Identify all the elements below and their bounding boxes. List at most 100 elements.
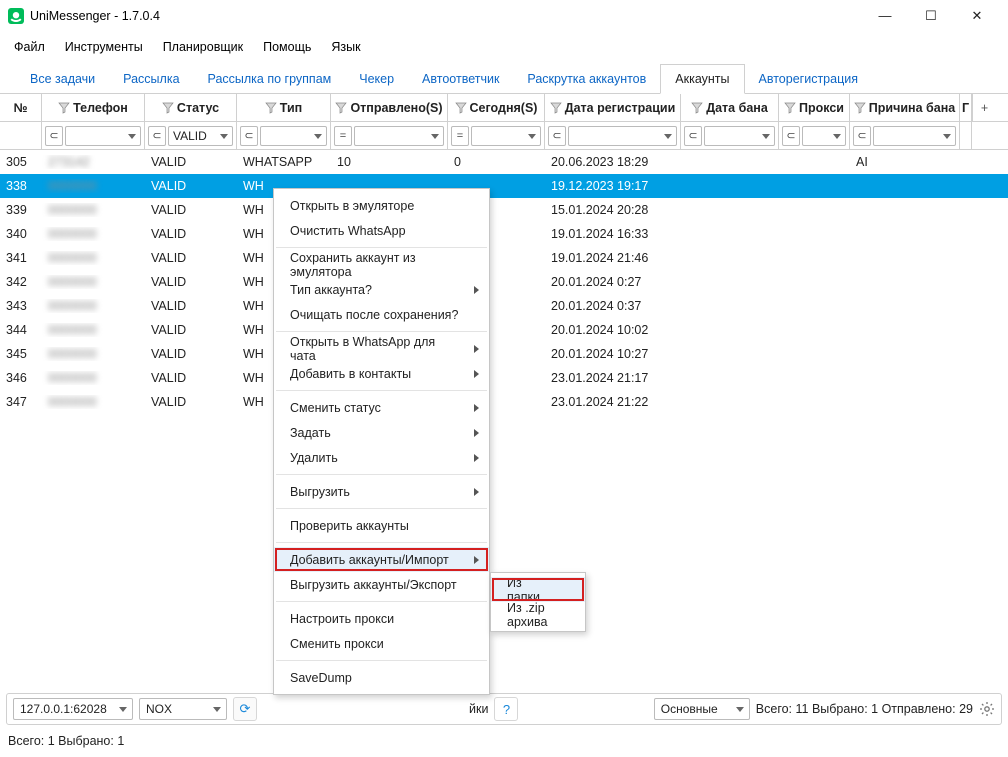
filter-drop[interactable] <box>704 126 775 146</box>
filter-drop[interactable] <box>354 126 444 146</box>
submenu-item[interactable]: Из .zip архива <box>491 602 585 627</box>
op-btn[interactable]: ⊂ <box>548 126 566 146</box>
col-header-sent[interactable]: Отправлено(S) <box>331 94 448 121</box>
add-column-button[interactable]: + <box>972 94 996 121</box>
menu-tools[interactable]: Инструменты <box>65 40 143 54</box>
op-btn[interactable]: = <box>451 126 469 146</box>
filter-status[interactable]: ⊂VALID <box>145 122 237 149</box>
filter-reason[interactable]: ⊂ <box>850 122 960 149</box>
gear-icon[interactable] <box>979 701 995 717</box>
close-button[interactable]: ✕ <box>954 0 1000 32</box>
col-header-today[interactable]: Сегодня(S) <box>448 94 545 121</box>
col-header-proxy[interactable]: Прокси <box>779 94 850 121</box>
table-row[interactable]: 3400000000VALIDWH19.01.2024 16:33 <box>0 222 1008 246</box>
help-button[interactable]: ? <box>494 697 518 721</box>
ctx-item[interactable]: Открыть в WhatsApp для чата <box>274 336 489 361</box>
tab-all-tasks[interactable]: Все задачи <box>16 65 109 93</box>
ctx-item[interactable]: Сменить статус <box>274 395 489 420</box>
ctx-item[interactable]: Тип аккаунта? <box>274 277 489 302</box>
tab-broadcast[interactable]: Рассылка <box>109 65 193 93</box>
table-row[interactable]: 3430000000VALIDWH20.01.2024 0:37 <box>0 294 1008 318</box>
context-submenu[interactable]: Из папкиИз .zip архива <box>490 572 586 632</box>
filter-drop[interactable] <box>260 126 327 146</box>
filter-drop[interactable] <box>802 126 846 146</box>
filter-drop[interactable] <box>471 126 541 146</box>
col-header-no[interactable]: № <box>0 94 42 121</box>
table-row[interactable]: 3470000000VALIDWH23.01.2024 21:22 <box>0 390 1008 414</box>
op-btn[interactable]: ⊂ <box>45 126 63 146</box>
ctx-item[interactable]: Добавить аккаунты/Импорт <box>274 547 489 572</box>
cell: 0000000 <box>42 227 145 241</box>
partial-label: йки <box>469 702 488 716</box>
filter-reg[interactable]: ⊂ <box>545 122 681 149</box>
tab-accounts[interactable]: Аккаунты <box>660 64 744 94</box>
table-row[interactable]: 3390000000VALIDWH15.01.2024 20:28 <box>0 198 1008 222</box>
ctx-item[interactable]: Открыть в эмуляторе <box>274 193 489 218</box>
maximize-button[interactable]: ☐ <box>908 0 954 32</box>
ctx-item[interactable]: Задать <box>274 420 489 445</box>
ctx-item[interactable]: Настроить прокси <box>274 606 489 631</box>
op-btn[interactable]: ⊂ <box>853 126 871 146</box>
filter-type[interactable]: ⊂ <box>237 122 331 149</box>
ctx-item[interactable]: Сменить прокси <box>274 631 489 656</box>
col-header-type[interactable]: Тип <box>237 94 331 121</box>
col-label: Телефон <box>73 101 128 115</box>
tab-checker[interactable]: Чекер <box>345 65 408 93</box>
col-label: Отправлено(S) <box>350 101 442 115</box>
table-row[interactable]: 305273142VALIDWHATSAPP10020.06.2023 18:2… <box>0 150 1008 174</box>
col-label: Причина бана <box>869 101 955 115</box>
col-header-reason[interactable]: Причина бана <box>850 94 960 121</box>
ctx-item[interactable]: Удалить <box>274 445 489 470</box>
table-row[interactable]: 3440000000VALIDWH20.01.2024 10:02 <box>0 318 1008 342</box>
filter-proxy[interactable]: ⊂ <box>779 122 850 149</box>
table-row[interactable]: 3460000000VALIDWH23.01.2024 21:17 <box>0 366 1008 390</box>
filter-drop[interactable] <box>65 126 141 146</box>
ctx-item[interactable]: Очистить WhatsApp <box>274 218 489 243</box>
col-header-status[interactable]: Статус <box>145 94 237 121</box>
ctx-item[interactable]: Добавить в контакты <box>274 361 489 386</box>
ctx-separator <box>276 474 487 475</box>
combo-ip[interactable]: 127.0.0.1:62028 <box>13 698 133 720</box>
ctx-item[interactable]: Проверить аккаунты <box>274 513 489 538</box>
filter-today[interactable]: = <box>448 122 545 149</box>
col-header-ban[interactable]: Дата бана <box>681 94 779 121</box>
menu-language[interactable]: Язык <box>331 40 360 54</box>
tab-account-boost[interactable]: Раскрутка аккаунтов <box>513 65 660 93</box>
filter-sent[interactable]: = <box>331 122 448 149</box>
op-btn[interactable]: ⊂ <box>240 126 258 146</box>
submenu-item[interactable]: Из папки <box>491 577 585 602</box>
filter-ban[interactable]: ⊂ <box>681 122 779 149</box>
minimize-button[interactable]: — <box>862 0 908 32</box>
combo-filter[interactable]: Основные <box>654 698 750 720</box>
menu-file[interactable]: Файл <box>14 40 45 54</box>
tab-autoresponder[interactable]: Автоответчик <box>408 65 513 93</box>
op-btn[interactable]: = <box>334 126 352 146</box>
cell: 0000000 <box>42 179 145 193</box>
ctx-item[interactable]: Сохранить аккаунт из эмулятора <box>274 252 489 277</box>
filter-drop[interactable] <box>873 126 956 146</box>
filter-phone[interactable]: ⊂ <box>42 122 145 149</box>
menu-help[interactable]: Помощь <box>263 40 311 54</box>
ctx-item[interactable]: Выгрузить аккаунты/Экспорт <box>274 572 489 597</box>
menu-scheduler[interactable]: Планировщик <box>163 40 243 54</box>
filter-drop[interactable] <box>568 126 677 146</box>
col-header-reg[interactable]: Дата регистрации <box>545 94 681 121</box>
refresh-button[interactable]: ⟳ <box>233 697 257 721</box>
table-row[interactable]: 3450000000VALIDWH20.01.2024 10:27 <box>0 342 1008 366</box>
context-menu[interactable]: Открыть в эмулятореОчистить WhatsApp Сохр… <box>273 188 490 695</box>
tab-autoreg[interactable]: Авторегистрация <box>745 65 872 93</box>
op-btn[interactable]: ⊂ <box>148 126 166 146</box>
table-row[interactable]: 3380000000VALIDWH19.12.2023 19:17 <box>0 174 1008 198</box>
filter-drop[interactable]: VALID <box>168 126 233 146</box>
op-btn[interactable]: ⊂ <box>684 126 702 146</box>
op-btn[interactable]: ⊂ <box>782 126 800 146</box>
tab-group-broadcast[interactable]: Рассылка по группам <box>194 65 346 93</box>
col-header-extra[interactable]: Г <box>960 94 972 121</box>
table-row[interactable]: 3410000000VALIDWH19.01.2024 21:46 <box>0 246 1008 270</box>
table-row[interactable]: 3420000000VALIDWH20.01.2024 0:27 <box>0 270 1008 294</box>
ctx-item[interactable]: Очищать после сохранения? <box>274 302 489 327</box>
ctx-item[interactable]: SaveDump <box>274 665 489 690</box>
combo-emulator[interactable]: NOX <box>139 698 227 720</box>
col-header-phone[interactable]: Телефон <box>42 94 145 121</box>
ctx-item[interactable]: Выгрузить <box>274 479 489 504</box>
